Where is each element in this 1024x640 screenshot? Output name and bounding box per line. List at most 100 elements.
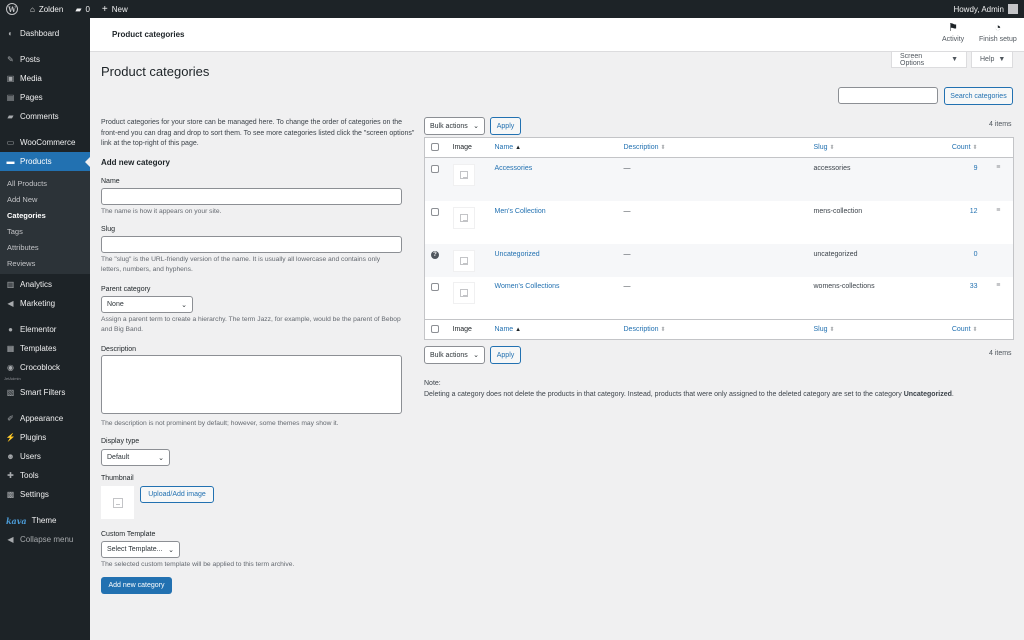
help-button[interactable]: Help ▼ — [971, 52, 1013, 68]
site-name-link[interactable]: ⌂ Zolden — [24, 0, 69, 18]
submenu-item-attributes[interactable]: Attributes — [0, 239, 90, 255]
column-count-footer[interactable]: Count ⬍ — [940, 320, 984, 340]
drag-handle-icon[interactable]: ≡ — [984, 277, 1014, 320]
category-thumbnail — [452, 206, 475, 229]
search-input[interactable] — [838, 87, 938, 104]
sidebar-item-posts[interactable]: ✎ Posts — [0, 50, 90, 69]
submenu-item-all-products[interactable]: All Products — [0, 175, 90, 191]
sidebar-item-analytics[interactable]: ▥ Analytics — [0, 275, 90, 294]
sidebar-item-pages[interactable]: ▤ Pages — [0, 88, 90, 107]
comments-link[interactable]: ▰ 0 — [69, 0, 96, 18]
slug-label: Slug — [101, 226, 116, 233]
submenu-item-reviews[interactable]: Reviews — [0, 255, 90, 271]
submenu-item-categories[interactable]: Categories — [0, 207, 90, 223]
sidebar-item-appearance[interactable]: ✐ Appearance — [0, 409, 90, 428]
activity-label: Activity — [942, 36, 965, 43]
page-title: Product categories — [101, 64, 210, 79]
collapse-menu-button[interactable]: ◀ Collapse menu — [0, 530, 90, 549]
drag-handle-icon[interactable]: ≡ — [984, 158, 1014, 201]
row-checkbox-cell[interactable] — [425, 201, 447, 244]
sidebar-item-settings[interactable]: ▩ Settings — [0, 485, 90, 504]
row-help-cell[interactable]: ? — [425, 244, 447, 277]
new-content-link[interactable]: + New — [96, 0, 134, 18]
chevron-down-icon: ⌄ — [168, 546, 174, 554]
custom-template-select[interactable]: Select Template... ⌄ — [101, 541, 180, 558]
sidebar-label: Comments — [20, 112, 59, 121]
upload-image-button[interactable]: Upload/Add image — [140, 486, 214, 503]
apply-button-bottom[interactable]: Apply — [490, 346, 521, 364]
chevron-down-icon: ⌄ — [473, 352, 479, 359]
activity-button[interactable]: ⚑ Activity — [942, 22, 964, 43]
category-name-link[interactable]: Uncategorized — [489, 244, 618, 277]
search-categories-button[interactable]: Search categories — [944, 87, 1013, 105]
category-name-link[interactable]: Accessories — [489, 158, 618, 201]
checkbox[interactable] — [431, 165, 439, 173]
checkbox[interactable] — [431, 142, 439, 151]
comment-icon: ▰ — [75, 4, 82, 14]
chevron-down-icon: ⌄ — [158, 454, 164, 462]
add-new-category-button[interactable]: Add new category — [101, 577, 172, 594]
column-count[interactable]: Count ⬍ — [940, 138, 984, 158]
sidebar-item-theme[interactable]: kava Theme — [0, 511, 90, 530]
name-label: Name — [101, 178, 120, 185]
sidebar-item-users[interactable]: ☻ Users — [0, 447, 90, 466]
category-count-link[interactable]: 33 — [940, 277, 984, 320]
column-description[interactable]: Description ⬍ — [618, 138, 808, 158]
slug-field[interactable] — [101, 236, 402, 253]
submenu-item-add-new[interactable]: Add New — [0, 191, 90, 207]
select-all-checkbox[interactable] — [425, 138, 447, 158]
sidebar-label: Smart Filters — [20, 388, 66, 397]
sidebar-item-marketing[interactable]: ◀ Marketing — [0, 294, 90, 313]
checkbox[interactable] — [431, 324, 439, 333]
category-description: — — [623, 165, 631, 172]
bulk-actions-select[interactable]: Bulk actions ⌄ — [424, 117, 485, 135]
sidebar-label: Templates — [20, 344, 57, 353]
apply-button[interactable]: Apply — [490, 117, 521, 135]
row-checkbox-cell[interactable] — [425, 158, 447, 201]
name-field[interactable] — [101, 188, 402, 205]
sidebar-item-elementor[interactable]: ● Elementor — [0, 320, 90, 339]
sidebar-item-smart-filters[interactable]: ▧ Smart Filters — [0, 383, 90, 402]
table-row: Men's Collection — mens-collection 12 ≡ — [425, 201, 1014, 244]
sidebar-item-woocommerce[interactable]: ▭ WooCommerce — [0, 133, 90, 152]
column-slug-footer[interactable]: Slug ⬍ — [808, 320, 940, 340]
category-name-link[interactable]: Women's Collections — [489, 277, 618, 320]
row-checkbox-cell[interactable] — [425, 277, 447, 320]
column-slug[interactable]: Slug ⬍ — [808, 138, 940, 158]
category-count-link[interactable]: 12 — [940, 201, 984, 244]
sidebar-label: Users — [20, 452, 41, 461]
sidebar-item-plugins[interactable]: ⚡ Plugins — [0, 428, 90, 447]
help-icon[interactable]: ? — [431, 250, 439, 259]
sidebar-item-products[interactable]: ▬ Products — [0, 152, 90, 171]
sidebar-item-dashboard[interactable]: ◐ Dashboard — [0, 24, 90, 43]
column-description-footer[interactable]: Description ⬍ — [618, 320, 808, 340]
bulk-actions-select-bottom[interactable]: Bulk actions ⌄ — [424, 346, 485, 364]
checkbox[interactable] — [431, 207, 439, 216]
submenu-item-tags[interactable]: Tags — [0, 223, 90, 239]
wordpress-logo-icon[interactable]: W — [0, 0, 24, 18]
sidebar-item-comments[interactable]: ▰ Comments — [0, 107, 90, 126]
sidebar-item-templates[interactable]: ▦ Templates — [0, 339, 90, 358]
products-submenu: All Products Add New Categories Tags Att… — [0, 171, 90, 274]
column-name-footer[interactable]: Name ▲ — [489, 320, 618, 340]
description-help: The description is not prominent by defa… — [101, 420, 339, 427]
sidebar-item-crocoblock[interactable]: ◉ Crocoblock — [0, 358, 90, 377]
sidebar-item-media[interactable]: ▣ Media — [0, 69, 90, 88]
sidebar-label: WooCommerce — [20, 138, 76, 147]
checkbox[interactable] — [431, 282, 439, 291]
select-all-checkbox-bottom[interactable] — [425, 320, 447, 340]
custom-template-label: Custom Template — [101, 531, 156, 538]
category-name-link[interactable]: Men's Collection — [489, 201, 618, 244]
column-name[interactable]: Name ▲ — [489, 138, 618, 158]
category-count-link[interactable]: 9 — [940, 158, 984, 201]
description-textarea[interactable] — [101, 355, 402, 414]
sidebar-item-tools[interactable]: ✚ Tools — [0, 466, 90, 485]
display-type-select[interactable]: Default ⌄ — [101, 449, 170, 466]
category-count-link[interactable]: 0 — [940, 244, 984, 277]
screen-options-button[interactable]: Screen Options ▼ — [891, 52, 967, 68]
drag-handle-icon[interactable]: ≡ — [984, 201, 1014, 244]
parent-category-select[interactable]: None ⌄ — [101, 296, 193, 313]
column-name-label: Name — [494, 144, 514, 151]
my-account-link[interactable]: Howdy, Admin — [947, 0, 1024, 18]
finish-setup-button[interactable]: ◔ Finish setup — [979, 22, 1017, 43]
